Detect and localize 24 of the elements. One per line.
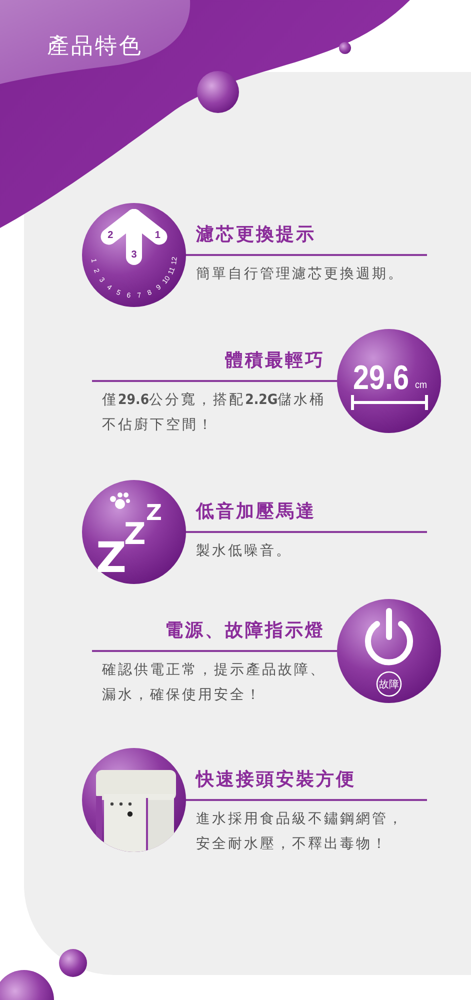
sleep-letter: Z bbox=[124, 517, 146, 552]
feature-description: 製水低噪音。 bbox=[196, 542, 292, 561]
sleep-letter: Z bbox=[96, 533, 126, 582]
feature-description: 確認供電正常，提示產品故障、 漏水，確保使用安全！ bbox=[102, 661, 326, 705]
fault-badge: 故障 bbox=[376, 671, 402, 697]
feature-title: 濾芯更換提示 bbox=[196, 224, 316, 246]
feature-description: 進水採用食品級不鏽鋼網管， 安全耐水壓，不釋出毒物！ bbox=[196, 810, 404, 854]
sleep-letter: Z bbox=[146, 501, 162, 526]
ball-drawing bbox=[0, 970, 54, 1000]
feature-title: 體積最輕巧 bbox=[225, 350, 325, 372]
ball-drawing bbox=[339, 42, 351, 54]
power-icon bbox=[365, 608, 413, 666]
ball-drawing bbox=[197, 71, 239, 113]
feature-title: 電源、故障指示燈 bbox=[165, 620, 325, 642]
measure-bar-icon bbox=[351, 395, 428, 410]
feature-title: 低音加壓馬達 bbox=[196, 501, 316, 523]
feature-description: 簡單自行管理濾芯更換週期。 bbox=[196, 265, 404, 284]
feature-description: 僅29.6公分寬，搭配2.2G儲水桶 不佔廚下空間！ bbox=[102, 391, 326, 435]
clock-hand: 3 bbox=[126, 209, 142, 265]
feature-title: 快速接頭安裝方便 bbox=[196, 769, 356, 791]
ball-drawing bbox=[59, 949, 87, 977]
unit-label: cm bbox=[415, 380, 428, 391]
bubbles-icon bbox=[110, 492, 130, 509]
page-title: 產品特色 bbox=[47, 33, 143, 61]
